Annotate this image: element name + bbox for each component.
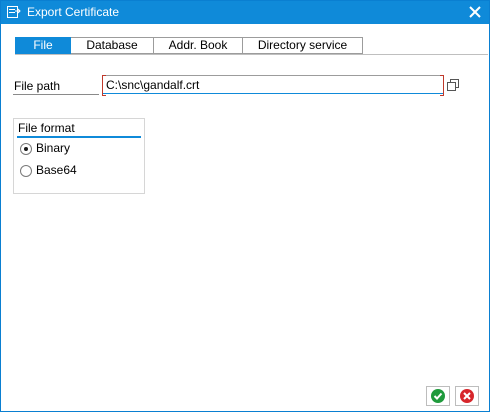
file-path-value: C:\snc\gandalf.crt <box>106 78 200 92</box>
tab-divider <box>15 54 488 55</box>
radio-binary-label: Binary <box>36 141 71 155</box>
input-right-marker <box>440 75 444 96</box>
ok-button[interactable] <box>426 386 450 406</box>
title-bar: Export Certificate <box>1 1 489 24</box>
file-path-label-underline <box>13 94 99 95</box>
tab-database[interactable]: Database <box>71 37 154 54</box>
window-title: Export Certificate <box>27 5 120 19</box>
radio-base64-label: Base64 <box>36 163 77 177</box>
tab-directory-service[interactable]: Directory service <box>243 37 363 54</box>
close-icon[interactable] <box>467 4 483 20</box>
tab-file[interactable]: File <box>15 37 71 54</box>
tab-addr-book[interactable]: Addr. Book <box>154 37 243 54</box>
export-certificate-dialog: Export Certificate File Database Addr. B… <box>0 0 490 412</box>
file-format-title: File format <box>18 121 75 135</box>
radio-binary-circle[interactable] <box>20 143 32 155</box>
cancel-button[interactable] <box>455 386 479 406</box>
radio-selected-dot <box>24 147 28 151</box>
input-left-marker <box>102 75 106 96</box>
file-format-group: File format Binary Base64 <box>13 118 145 194</box>
cancel-icon <box>460 389 474 403</box>
file-format-underline <box>17 136 141 138</box>
checkmark-icon <box>431 389 445 403</box>
radio-binary[interactable]: Binary <box>20 141 140 157</box>
export-dialog-icon <box>7 6 21 18</box>
radio-base64-circle[interactable] <box>20 165 32 177</box>
file-path-input[interactable]: C:\snc\gandalf.crt <box>102 75 444 96</box>
tab-strip: File Database Addr. Book Directory servi… <box>15 37 363 54</box>
file-path-label: File path <box>14 79 61 93</box>
radio-base64[interactable]: Base64 <box>20 163 140 179</box>
browse-icon[interactable] <box>445 77 461 93</box>
